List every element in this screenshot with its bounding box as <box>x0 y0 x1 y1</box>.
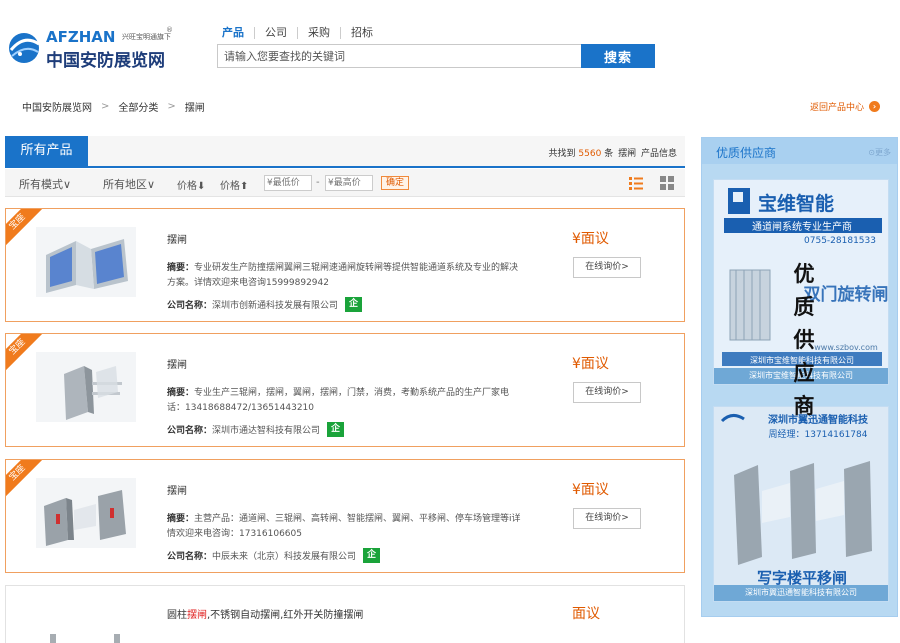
result-number: 5560 <box>578 149 602 159</box>
tab-all-products[interactable]: 所有产品 <box>5 136 88 166</box>
summary-label: 摘要： <box>167 263 195 273</box>
title-part: 圆柱 <box>167 610 187 621</box>
price-confirm-button[interactable]: 确定 <box>381 176 410 190</box>
online-inquiry-button[interactable]: 在线询价> <box>573 508 641 529</box>
product-price: 面议 <box>572 606 600 622</box>
quality-supplier-sidebar: 优质供应商 ⊙更多 宝维智能 通道闸系统专业生产商 0755-28181533 … <box>701 137 898 617</box>
search-tab-product[interactable]: 产品 <box>222 27 255 39</box>
turnstile-product-image[interactable] <box>36 608 136 643</box>
breadcrumb: 中国安防展览网 > 全部分类 > 摆闸 <box>22 99 205 114</box>
product-summary: 摘要：专业生产三辊闸，摆闸，翼闸，摆闸，门禁，消费，考勤系统产品的生产厂家电话：… <box>167 386 527 416</box>
summary-label: 摘要： <box>167 388 195 398</box>
product-title[interactable]: 摆闸 <box>167 231 187 246</box>
company-name-link[interactable]: 深圳市通达智科技有限公司 <box>212 423 320 436</box>
product-company: 公司名称： 深圳市通达智科技有限公司 企 <box>167 422 345 437</box>
product-price: ¥面议 <box>572 356 609 372</box>
title-part: ,不锈钢自动摆闸,红外开关防撞摆闸 <box>207 610 364 621</box>
chevron-right-icon: > <box>101 101 110 112</box>
search-input[interactable] <box>217 44 581 68</box>
logo-subtitle: 兴旺宝明通旗下 <box>122 33 171 41</box>
sidebar-more-link[interactable]: ⊙更多 <box>868 147 891 158</box>
enterprise-badge: 企 <box>345 297 363 312</box>
ad-brand: 宝维智能 <box>758 192 834 215</box>
mode-filter-dropdown[interactable]: 所有模式∨ <box>19 176 71 192</box>
summary-text: 专业研发生产防撞摆闸翼闸三辊闸速通闸旋转闸等提供智能通道系统及专业的解决方案。详… <box>167 263 519 288</box>
product-tabbar: 所有产品 共找到 5560 条 摆闸 产品信息 <box>5 136 685 168</box>
product-card: 宝座 摆闸 摘要：专业研发生产防撞摆闸翼闸三辊闸速通闸旋转闸等提供智能通道系统及… <box>5 208 685 322</box>
region-filter-dropdown[interactable]: 所有地区∨ <box>103 176 155 192</box>
product-card: 宝座 摆闸 摘要：专业生产三辊闸，摆闸，翼闸，摆闸，门禁，消费，考勤系统产品的生… <box>5 333 685 447</box>
back-to-product-center-link[interactable]: 返回产品中心 › <box>810 100 881 113</box>
site-header: AFZHAN 兴旺宝明通旗下 ® 中国安防展览网 产品 公司 采购 招标 搜索 <box>0 0 900 88</box>
circle-arrow-right-icon: › <box>869 101 881 112</box>
globe-logo-icon <box>9 33 40 63</box>
product-price: ¥面议 <box>572 482 609 498</box>
product-title[interactable]: 圆柱摆闸,不锈钢自动摆闸,红外开关防撞摆闸 <box>167 606 363 621</box>
result-count: 共找到 5560 条 摆闸 产品信息 <box>549 146 677 159</box>
breadcrumb-current: 摆闸 <box>184 103 205 114</box>
enterprise-badge: 企 <box>327 422 345 437</box>
result-keyword: 摆闸 <box>618 149 637 159</box>
sort-price-asc[interactable]: 价格⬆ <box>220 177 248 192</box>
summary-label: 摘要： <box>167 514 195 524</box>
title-highlight: 摆闸 <box>187 610 207 621</box>
back-link-label: 返回产品中心 <box>810 103 865 113</box>
summary-text: 主营产品：通道闸、三辊闸、高转闸、智能摆闸、翼闸、平移闸、停车场管理等i详情欢迎… <box>167 514 521 539</box>
site-logo[interactable]: AFZHAN 兴旺宝明通旗下 ® 中国安防展览网 <box>6 26 176 72</box>
sidebar-header: 优质供应商 ⊙更多 <box>702 138 897 164</box>
online-inquiry-button[interactable]: 在线询价> <box>573 382 641 403</box>
list-view-icon[interactable] <box>628 175 644 191</box>
price-range-dash: - <box>316 177 320 188</box>
ad-website: www.szbov.com <box>814 343 878 352</box>
turnstile-product-image[interactable] <box>36 478 136 548</box>
chevron-right-icon: > <box>167 101 176 112</box>
min-price-input[interactable] <box>264 175 312 191</box>
product-title[interactable]: 摆闸 <box>167 356 187 371</box>
ad-slogan: 通道闸系统专业生产商 <box>752 220 852 233</box>
search-tab-company[interactable]: 公司 <box>255 27 298 39</box>
company-name-link[interactable]: 中辰未来（北京）科技发展有限公司 <box>212 549 356 562</box>
product-price: ¥面议 <box>572 231 609 247</box>
turnstile-product-image[interactable] <box>36 352 136 422</box>
company-label: 公司名称： <box>167 426 213 436</box>
search-button[interactable]: 搜索 <box>581 44 655 68</box>
result-prefix: 共找到 <box>548 149 576 159</box>
search-tab-purchase[interactable]: 采购 <box>298 27 341 39</box>
logo-english: AFZHAN <box>46 28 116 46</box>
enterprise-badge: 企 <box>363 548 381 563</box>
supplier-ad-banner[interactable]: 深圳市翼迅通智能科技 周经理：13714161784 写字楼平移闸 深圳市翼迅通… <box>713 406 889 602</box>
summary-text: 专业生产三辊闸，摆闸，翼闸，摆闸，门禁，消费，考勤系统产品的生产厂家电话：134… <box>167 388 510 413</box>
result-unit: 条 <box>604 149 614 159</box>
company-name-link[interactable]: 深圳市创新通科技发展有限公司 <box>212 298 338 311</box>
product-company: 公司名称： 中辰未来（北京）科技发展有限公司 企 <box>167 548 381 563</box>
sidebar-title: 优质供应商 <box>716 146 777 160</box>
product-title[interactable]: 摆闸 <box>167 482 187 497</box>
result-suffix: 产品信息 <box>640 149 677 159</box>
product-company: 公司名称： 深圳市创新通科技发展有限公司 企 <box>167 297 363 312</box>
product-summary: 摘要：主营产品：通道闸、三辊闸、高转闸、智能摆闸、翼闸、平移闸、停车场管理等i详… <box>167 512 527 542</box>
ad-phone: 0755-28181533 <box>804 236 876 246</box>
company-label: 公司名称： <box>167 552 213 562</box>
ad-caption: 深圳市翼迅通智能科技有限公司 <box>714 585 888 601</box>
max-price-input[interactable] <box>325 175 373 191</box>
supplier-ad-image: 深圳市翼迅通智能科技 周经理：13714161784 写字楼平移闸 <box>714 407 888 601</box>
product-card: 圆柱摆闸,不锈钢自动摆闸,红外开关防撞摆闸 面议 <box>5 585 685 643</box>
breadcrumb-home[interactable]: 中国安防展览网 <box>22 99 92 114</box>
online-inquiry-button[interactable]: 在线询价> <box>573 257 641 278</box>
filter-bar: 所有模式∨ 所有地区∨ 价格⬇ 价格⬆ - 确定 <box>5 169 685 197</box>
search-category-tabs: 产品 公司 采购 招标 <box>222 26 383 40</box>
ad-manager: 周经理：13714161784 <box>769 428 868 440</box>
ad-brand: 深圳市翼迅通智能科技 <box>768 413 869 426</box>
product-summary: 摘要：专业研发生产防撞摆闸翼闸三辊闸速通闸旋转闸等提供智能通道系统及专业的解决方… <box>167 261 527 291</box>
grid-view-icon[interactable] <box>659 175 675 191</box>
logo-chinese: 中国安防展览网 <box>46 51 165 71</box>
turnstile-product-image[interactable] <box>36 227 136 297</box>
product-card: 宝座 摆闸 摘要：主营产品：通道闸、三辊闸、高转闸、智能摆闸、翼闸、平移闸、停车… <box>5 459 685 573</box>
logo-registered-mark: ® <box>166 26 173 34</box>
sidebar-vertical-label: 优质供应商 <box>793 262 815 418</box>
search-tab-tender[interactable]: 招标 <box>341 27 383 39</box>
sort-price-desc[interactable]: 价格⬇ <box>177 177 205 192</box>
breadcrumb-all-categories[interactable]: 全部分类 <box>118 99 158 114</box>
company-label: 公司名称： <box>167 301 213 311</box>
